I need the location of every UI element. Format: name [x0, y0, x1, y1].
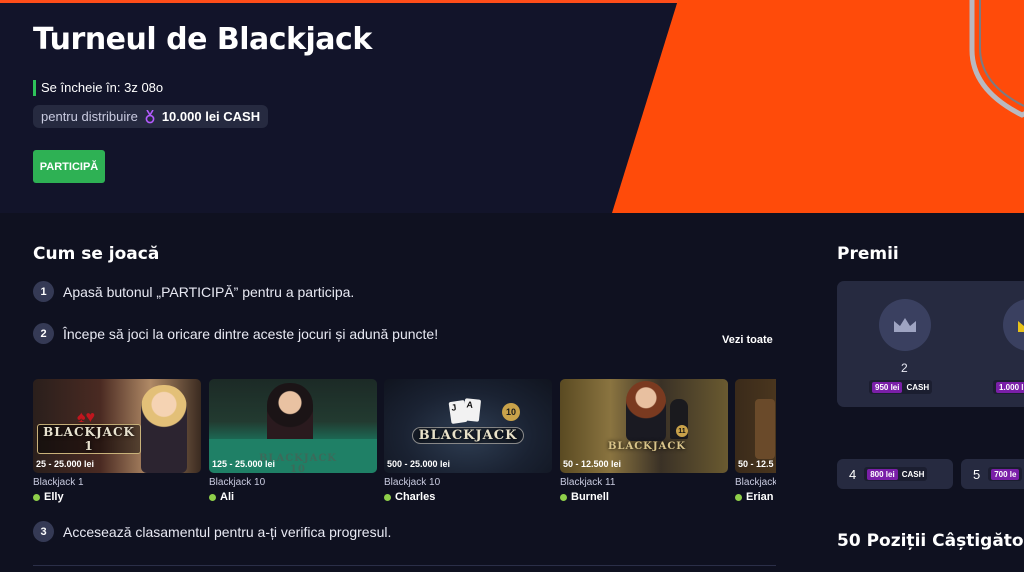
dealer-name: Elly [33, 491, 64, 503]
prize-pool-badge: pentru distribuire 10.000 lei CASH [33, 105, 269, 128]
crown-icon [879, 299, 931, 351]
prize-rank-pill: 5 700 le [961, 459, 1024, 489]
chip-icon: 10 [502, 403, 520, 421]
dealer-label: Erian [746, 491, 774, 503]
step-text: Începe să joci la oricare dintre aceste … [63, 325, 439, 342]
game-card[interactable]: 50 - 12.5 Blackjack Erian [735, 379, 776, 509]
prize-currency: CASH [906, 382, 930, 392]
game-limits: 500 - 25.000 lei [387, 459, 451, 469]
step-3: 3 Accesează clasamentul pentru a-ți veri… [33, 521, 391, 542]
see-all-link[interactable]: Vezi toate [722, 334, 773, 346]
dealer-name: Erian [735, 491, 774, 503]
live-dot-icon [735, 493, 742, 501]
shield-decoration-icon [969, 0, 1024, 118]
game-name: Blackjack 11 [560, 477, 616, 488]
dealer-image [626, 381, 666, 441]
step-2: 2 Începe să joci la oricare dintre acest… [33, 323, 438, 344]
prize-chip: 700 le [988, 467, 1023, 481]
game-thumbnail[interactable]: 50 - 12.5 [735, 379, 776, 473]
game-name: Blackjack 10 [384, 477, 441, 488]
game-thumbnail[interactable]: BLACKJACK 10 125 - 25.000 lei [209, 379, 377, 473]
crown-icon [1003, 299, 1024, 351]
prize-pool-amount: 10.000 lei CASH [161, 109, 261, 124]
game-thumbnail[interactable]: 11 BLACKJACK 50 - 12.500 lei [560, 379, 728, 473]
prize-chip: 800 lei CASH [864, 467, 928, 481]
prize-amount: 1.000 l [996, 381, 1024, 393]
step-number: 3 [33, 521, 54, 542]
medal-icon [145, 109, 155, 123]
game-logo: BLACKJACK 1 [37, 424, 141, 454]
dealer-name: Charles [384, 491, 435, 503]
countdown-text: Se încheie în: 3z 08o [33, 80, 163, 96]
prizes-title: Premii [837, 244, 899, 264]
game-limits: 50 - 12.5 [738, 459, 774, 469]
rank-number: 5 [973, 466, 981, 482]
how-to-play-title: Cum se joacă [33, 244, 160, 264]
dealer-label: Ali [220, 491, 235, 503]
prize-place: 1.000 l [957, 281, 1024, 407]
crown-silver-icon [894, 318, 916, 332]
prize-chip: 950 lei CASH [869, 380, 933, 394]
step-number: 2 [33, 323, 54, 344]
prize-rank-pill: 4 800 lei CASH [837, 459, 953, 489]
dealer-image [141, 385, 187, 473]
game-thumbnail[interactable]: J A 10 BLACKJACK 500 - 25.000 lei [384, 379, 552, 473]
step-number: 1 [33, 281, 54, 302]
winning-positions-title: 50 Poziții Câștigătoar [837, 531, 1024, 551]
prize-currency: CASH [901, 469, 925, 479]
prize-amount: 800 lei [867, 468, 898, 480]
game-card[interactable]: 11 BLACKJACK 50 - 12.500 lei Blackjack 1… [560, 379, 728, 509]
game-card[interactable]: ♠♥ BLACKJACK 1 25 - 25.000 lei Blackjack… [33, 379, 201, 509]
live-dot-icon [33, 493, 40, 501]
rank-number: 4 [849, 466, 857, 482]
prize-chip: 1.000 l [993, 380, 1024, 394]
section-divider [33, 565, 776, 566]
prize-podium-panel: 2 950 lei CASH 1.000 l [837, 281, 1024, 407]
game-thumbnail[interactable]: ♠♥ BLACKJACK 1 25 - 25.000 lei [33, 379, 201, 473]
live-dot-icon [209, 493, 216, 501]
game-limits: 50 - 12.500 lei [563, 459, 622, 469]
live-dot-icon [384, 493, 391, 501]
games-carousel: ♠♥ BLACKJACK 1 25 - 25.000 lei Blackjack… [33, 379, 776, 509]
dealer-name: Ali [209, 491, 234, 503]
dealer-name: Burnell [560, 491, 609, 503]
prize-rank: 2 [901, 361, 908, 375]
hero-banner: Turneul de Blackjack Se încheie în: 3z 0… [0, 0, 1024, 213]
card-ace-icon: A [462, 398, 482, 422]
crown-gold-icon [1018, 321, 1024, 332]
game-name: Blackjack [735, 477, 776, 488]
prize-place: 2 950 lei CASH [837, 281, 947, 407]
join-button[interactable]: PARTICIPĂ [33, 150, 105, 183]
page-title: Turneul de Blackjack [33, 22, 372, 57]
game-name: Blackjack 1 [33, 477, 84, 488]
game-card[interactable]: J A 10 BLACKJACK 500 - 25.000 lei Blackj… [384, 379, 552, 509]
step-1: 1 Apasă butonul „PARTICIPĂ” pentru a par… [33, 281, 354, 302]
live-dot-icon [560, 493, 567, 501]
dealer-label: Elly [44, 491, 64, 503]
step-text: Apasă butonul „PARTICIPĂ” pentru a parti… [63, 283, 355, 300]
tournament-page: Turneul de Blackjack Se încheie în: 3z 0… [0, 0, 1024, 572]
game-limits: 25 - 25.000 lei [36, 459, 95, 469]
dealer-label: Charles [395, 491, 436, 503]
game-limits: 125 - 25.000 lei [212, 459, 276, 469]
decor-image [755, 399, 775, 459]
prize-amount: 950 lei [872, 381, 903, 393]
chip-icon: 11 [676, 425, 688, 437]
game-card[interactable]: BLACKJACK 10 125 - 25.000 lei Blackjack … [209, 379, 377, 509]
game-name: Blackjack 10 [209, 477, 266, 488]
prize-pool-label: pentru distribuire [41, 109, 138, 124]
step-text: Accesează clasamentul pentru a-ți verifi… [63, 523, 392, 540]
game-logo: BLACKJACK [412, 427, 524, 444]
prize-amount: 700 le [991, 468, 1020, 480]
dealer-label: Burnell [571, 491, 609, 503]
game-logo: BLACKJACK [607, 441, 687, 452]
